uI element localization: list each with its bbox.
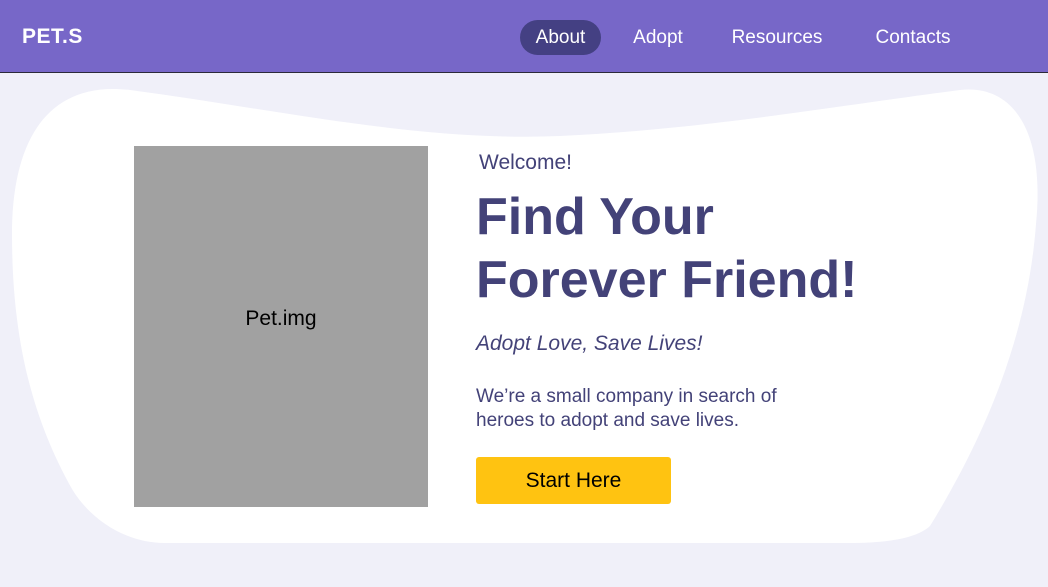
hero-description: We’re a small company in search of heroe… (476, 386, 777, 431)
hero-headline-line1: Find Your (476, 188, 714, 246)
nav-link-contacts[interactable]: Contacts (864, 20, 962, 55)
pet-image-label: Pet.img (245, 306, 317, 330)
nav-link-adopt[interactable]: Adopt (622, 20, 694, 55)
hero-headline-line2: Forever Friend! (476, 251, 858, 309)
top-navbar: PET.S About Adopt Resources Contacts (0, 0, 1048, 73)
hero-tagline: Adopt Love, Save Lives! (476, 332, 703, 355)
nav-link-about[interactable]: About (520, 20, 601, 55)
hero-headline: Find Your Forever Friend! (476, 186, 857, 312)
welcome-text: Welcome! (479, 151, 572, 174)
start-here-button[interactable]: Start Here (476, 457, 671, 504)
nav-link-resources[interactable]: Resources (722, 20, 832, 55)
brand-logo[interactable]: PET.S (22, 24, 83, 50)
pet-image-placeholder: Pet.img (134, 146, 428, 507)
